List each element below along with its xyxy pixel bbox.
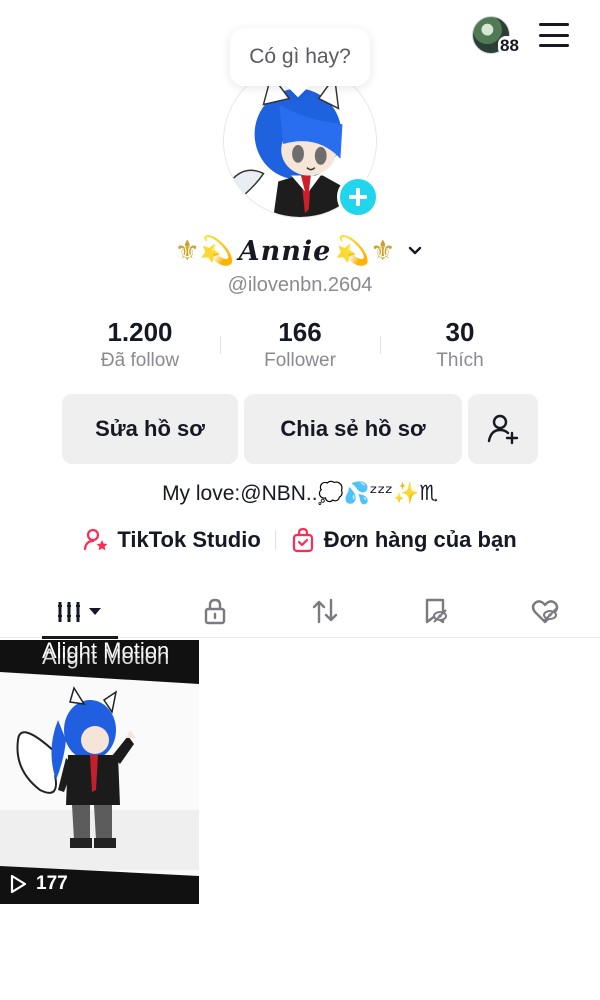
tiktok-studio-link[interactable]: TikTok Studio — [83, 527, 261, 553]
status-bubble-text: Có gì hay? — [249, 45, 351, 68]
profile-links: TikTok Studio Đơn hàng của bạn — [0, 522, 600, 558]
tab-private[interactable] — [160, 584, 270, 638]
name-decoration-right: 💫⚜ — [335, 235, 396, 266]
name-decoration-left: ⚜💫 — [174, 235, 235, 266]
status-bubble[interactable]: Có gì hay? — [230, 28, 370, 86]
heart-hidden-icon — [531, 600, 559, 624]
bio-text: My love:@NBN.. — [162, 482, 318, 505]
bookmark-hidden-icon — [425, 598, 447, 624]
stat-label: Đã follow — [100, 350, 180, 371]
edit-profile-button[interactable]: Sửa hồ sơ — [62, 394, 238, 464]
stat-value: 1.200 — [107, 317, 173, 347]
orders-link[interactable]: Đơn hàng của bạn — [290, 527, 517, 553]
stat-followers[interactable]: 166 Follower — [220, 316, 380, 376]
lock-icon — [204, 598, 226, 625]
bio-emojis: 💭💦ᶻᶻᶻ✨♏ — [317, 481, 438, 505]
notification-count-badge[interactable]: 88 — [498, 36, 521, 56]
stat-value: 30 — [445, 317, 475, 347]
watermark-text-shadow: Alight Motion — [42, 644, 170, 669]
chevron-down-icon[interactable] — [405, 241, 425, 261]
profile-stats: 1.200 Đã follow 166 Follower 30 Thích — [60, 316, 540, 376]
profile-tabs — [0, 584, 600, 639]
display-name[interactable]: ⚜💫 Annie 💫⚜ — [0, 232, 600, 270]
orders-label: Đơn hàng của bạn — [323, 527, 517, 552]
add-avatar-button[interactable] — [337, 176, 379, 218]
play-icon — [10, 874, 27, 894]
video-thumbnail[interactable]: Alight Motion Alight Motion 177 — [0, 640, 199, 904]
tab-videos[interactable] — [0, 584, 160, 639]
repost-icon — [312, 598, 338, 624]
tab-reposts[interactable] — [270, 584, 380, 638]
video-thumbnail-image — [0, 640, 199, 904]
view-count: 177 — [8, 873, 68, 895]
stat-label: Follower — [264, 350, 336, 371]
videos-grid-icon — [58, 602, 101, 622]
add-user-icon — [487, 414, 519, 445]
profile-page: 88 Có gì hay? ⚜💫 Annie 💫⚜ @ilovenbn.2604… — [0, 0, 600, 1000]
tiktok-studio-label: TikTok Studio — [117, 527, 261, 552]
share-profile-button[interactable]: Chia sẻ hồ sơ — [244, 394, 462, 464]
link-divider — [274, 530, 276, 550]
stat-likes[interactable]: 30 Thích — [380, 316, 540, 376]
profile-bio: My love:@NBN..💭💦ᶻᶻᶻ✨♏ — [0, 481, 600, 506]
display-name-text: Annie — [238, 235, 332, 267]
username: @ilovenbn.2604 — [227, 274, 373, 296]
add-friend-button[interactable] — [468, 394, 538, 464]
stat-following[interactable]: 1.200 Đã follow — [60, 316, 220, 376]
hamburger-menu-icon[interactable] — [537, 20, 571, 50]
tab-favorites[interactable] — [380, 584, 490, 638]
stat-label: Thích — [436, 350, 484, 371]
view-count-value: 177 — [36, 873, 68, 894]
tab-liked[interactable] — [490, 584, 600, 638]
stat-value: 166 — [278, 317, 322, 347]
creator-star-icon — [84, 528, 108, 551]
shopping-bag-icon — [292, 527, 313, 553]
